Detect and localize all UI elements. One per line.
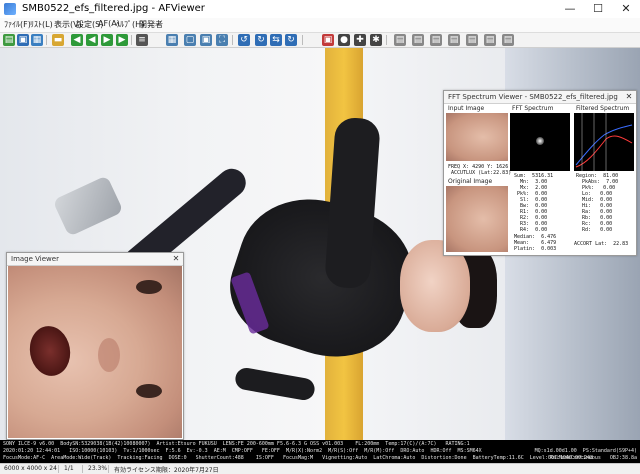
image-canvas[interactable]: Image Viewer ✕ FFT Spectrum Viewer - SMB… bbox=[0, 48, 640, 440]
doc2-icon[interactable]: ▤ bbox=[412, 34, 424, 46]
fit-icon[interactable]: ▢ bbox=[184, 34, 196, 46]
rotate-right-icon[interactable]: ↻ bbox=[255, 34, 267, 46]
exif-line-focus: FocusMode:AF-C AreaMode:Wide(Track) Trac… bbox=[3, 455, 594, 461]
person-icon[interactable]: ✱ bbox=[370, 34, 382, 46]
toolbar: ▤ ▣ ▦ ▬ ◀ ◀ ▶ ▶ ≡ ▦ ▢ ▣ ⛶ ↺ ↻ ⇆ ↻ ▣ ● ✚ … bbox=[0, 33, 640, 48]
filtered-spectrum-image bbox=[574, 113, 634, 171]
image-viewer-close-button[interactable]: ✕ bbox=[171, 254, 181, 264]
exif-line-exposure: 2020:01:20 12:44:01 ISO:10000(10103) Tv:… bbox=[3, 448, 482, 454]
status-index: 1/1 bbox=[64, 465, 74, 472]
input-image-label: Input Image bbox=[448, 105, 485, 112]
zoom-eye bbox=[136, 384, 162, 398]
info-icon[interactable]: ▤ bbox=[502, 34, 514, 46]
zoom-nose bbox=[98, 338, 120, 372]
doc4-icon[interactable]: ▤ bbox=[448, 34, 460, 46]
spectrum-center-dot bbox=[536, 137, 544, 145]
status-image-size: 6000 x 4000 x 24 bbox=[4, 465, 57, 472]
forward-icon[interactable]: ▶ bbox=[116, 34, 128, 46]
af-point-icon[interactable]: ▣ bbox=[322, 34, 334, 46]
prev-icon[interactable]: ◀ bbox=[86, 34, 98, 46]
menu-file[interactable]: ﾌｧｲﾙ(F) bbox=[4, 19, 31, 30]
original-image-thumbnail bbox=[446, 186, 508, 252]
minimize-button[interactable]: — bbox=[556, 0, 584, 18]
fft-viewer-title[interactable]: FFT Spectrum Viewer - SMB0522_efs_filter… bbox=[444, 91, 636, 104]
zoom-mouth bbox=[25, 322, 75, 380]
list-icon[interactable]: ≡ bbox=[136, 34, 148, 46]
app-icon bbox=[4, 3, 16, 15]
title-bar: SMB0522_efs_filtered.jpg - AFViewer — ☐ … bbox=[0, 0, 640, 19]
fft-spectrum-image bbox=[510, 113, 570, 171]
doc3-icon[interactable]: ▤ bbox=[430, 34, 442, 46]
exif-line-camera: SONY ILCE-9 v6.00 BodySN:5329038(1B(42)1… bbox=[3, 441, 470, 447]
doc5-icon[interactable]: ▤ bbox=[466, 34, 478, 46]
back-icon[interactable]: ◀ bbox=[71, 34, 83, 46]
spectrum-medians: Median: 6.476 Mean: 6.479 Platin: 0.003 bbox=[514, 234, 557, 252]
fft-spectrum-label: FFT Spectrum bbox=[512, 105, 554, 112]
image-viewer-title[interactable]: Image Viewer bbox=[7, 253, 183, 266]
zoom-icon[interactable]: ▣ bbox=[200, 34, 212, 46]
menu-developer[interactable]: 開発者 bbox=[139, 19, 163, 30]
zoomed-face-image bbox=[8, 266, 182, 438]
close-button[interactable]: ✕ bbox=[612, 0, 640, 18]
exif-info-bar: SONY ILCE-9 v6.00 BodySN:5329038(1B(42)1… bbox=[0, 440, 640, 463]
exif-line-picture-style: MQ:s1d.00d1.00 PS:Standard(S9P+4) bbox=[534, 448, 637, 454]
thumbnails-icon[interactable]: ▦ bbox=[31, 34, 43, 46]
status-zoom: 23.3% bbox=[88, 465, 108, 472]
original-image-label: Original Image bbox=[448, 178, 493, 185]
flip-icon[interactable]: ⇆ bbox=[270, 34, 282, 46]
refresh-icon[interactable]: ↻ bbox=[285, 34, 297, 46]
fft-viewer-window[interactable]: FFT Spectrum Viewer - SMB0522_efs_filter… bbox=[443, 90, 637, 256]
menu-list[interactable]: ﾘｽﾄ(L) bbox=[30, 19, 53, 30]
open-folder-icon[interactable]: ▤ bbox=[3, 34, 15, 46]
rotate-left-icon[interactable]: ↺ bbox=[238, 34, 250, 46]
doc-icon[interactable]: ▤ bbox=[394, 34, 406, 46]
settings-icon[interactable]: ▤ bbox=[484, 34, 496, 46]
maximize-button[interactable]: ☐ bbox=[584, 0, 612, 18]
spectrum-values: Sum: 5316.31 Mn: 3.00 Mx: 2.00 Pk%: 0.00… bbox=[514, 173, 554, 233]
fullscreen-icon[interactable]: ⛶ bbox=[216, 34, 228, 46]
input-image-thumbnail bbox=[446, 113, 508, 161]
marker-icon[interactable]: ● bbox=[338, 34, 350, 46]
zoom-eye bbox=[136, 280, 162, 294]
filtered-spectrum-label: Filtered Spectrum bbox=[576, 105, 630, 112]
fft-viewer-close-button[interactable]: ✕ bbox=[624, 92, 634, 102]
folder-icon[interactable]: ▬ bbox=[52, 34, 64, 46]
image-viewer-window[interactable]: Image Viewer ✕ bbox=[6, 252, 184, 440]
accort-readout: ACCORT Lat: 22.83 bbox=[574, 241, 629, 247]
status-bar: 6000 x 4000 x 24 1/1 23.3% 有効ライセンス期限：202… bbox=[0, 463, 640, 474]
next-icon[interactable]: ▶ bbox=[101, 34, 113, 46]
grid-icon[interactable]: ▦ bbox=[166, 34, 178, 46]
filtered-values: Region: 81.00 PkAbs: 7.00 Pk%: 0.00 Lo: … bbox=[576, 173, 619, 233]
cross-icon[interactable]: ✚ bbox=[354, 34, 366, 46]
freq-readout: FREQ X: 4290 Y: 1626 ACCUTLUX (Lat:22.83… bbox=[448, 164, 512, 176]
image-icon[interactable]: ▣ bbox=[17, 34, 29, 46]
exif-line-release: RelModeContinuous OBJ:38.8a bbox=[549, 455, 637, 461]
menu-bar: ﾌｧｲﾙ(F) ﾘｽﾄ(L) 表示(V) 設定(S) AF(A) ﾍﾙﾌﾟ(H)… bbox=[0, 18, 640, 33]
window-title: SMB0522_efs_filtered.jpg - AFViewer bbox=[22, 3, 205, 14]
filtered-curves-graphic bbox=[575, 113, 633, 171]
